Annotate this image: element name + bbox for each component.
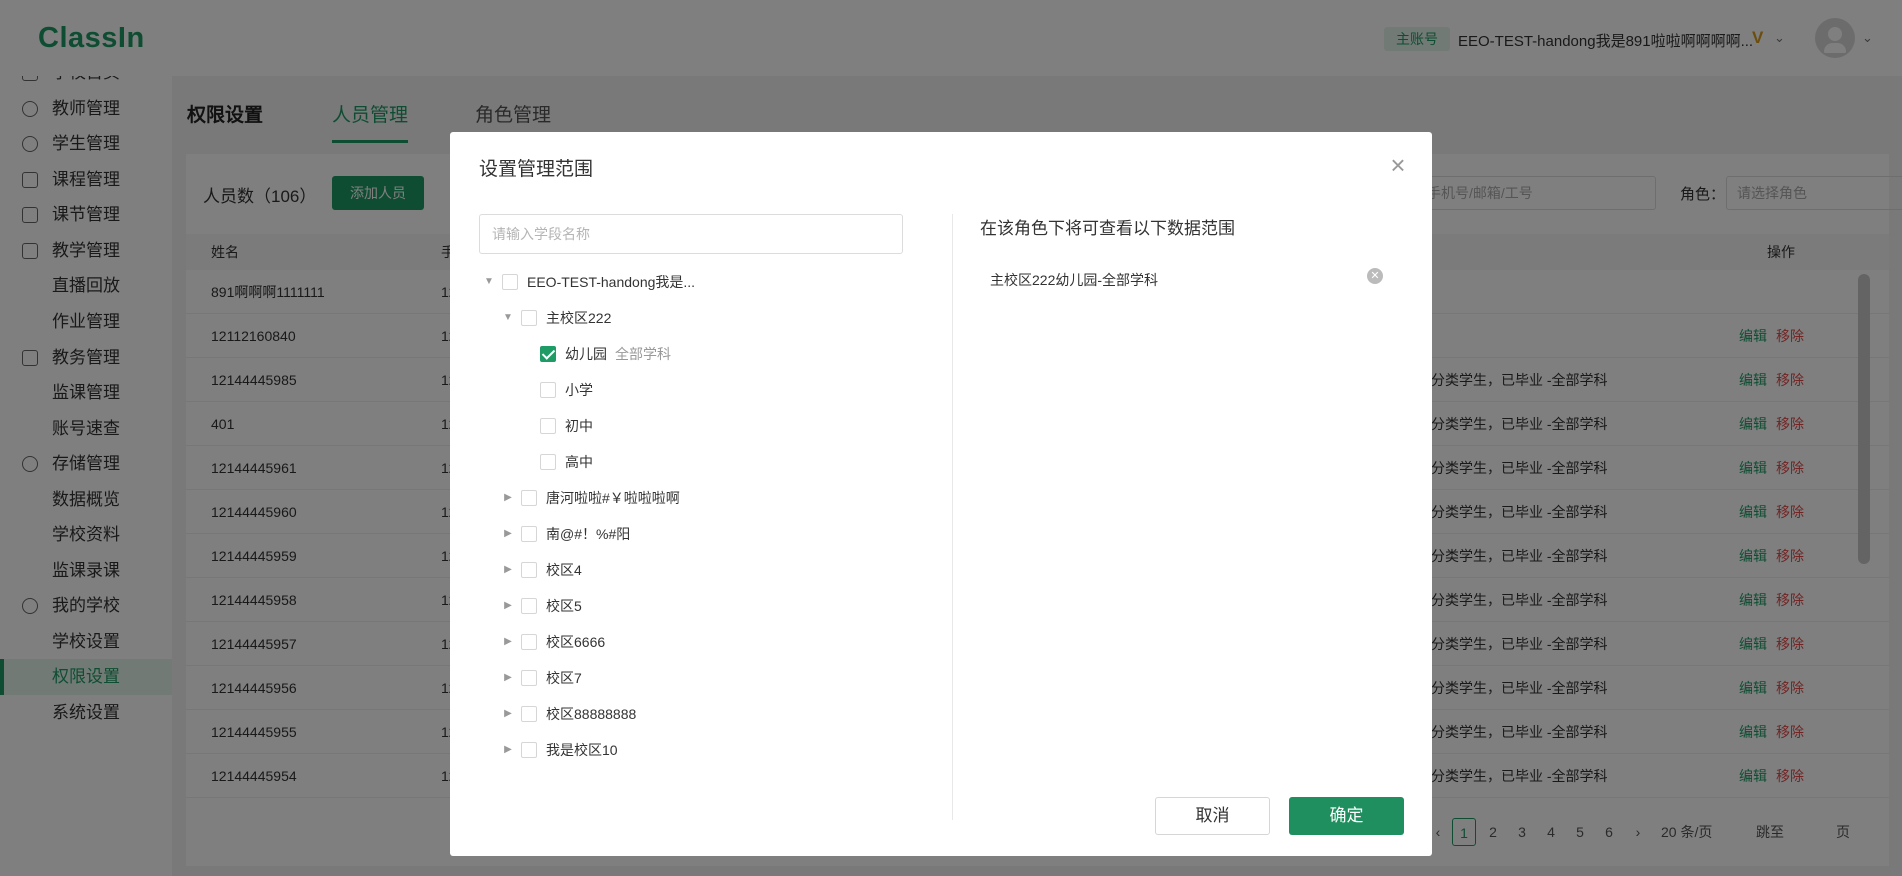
tree-checkbox[interactable]: [540, 418, 556, 434]
caret-right-icon[interactable]: ▶: [501, 736, 515, 764]
caret-down-icon[interactable]: ▼: [482, 268, 496, 296]
tree-checkbox[interactable]: [521, 598, 537, 614]
tree-node-text: 高中: [565, 454, 593, 470]
caret-right-icon[interactable]: ▶: [501, 484, 515, 512]
confirm-button[interactable]: 确定: [1289, 797, 1404, 835]
tree-node-label: 主校区222: [546, 304, 611, 332]
tree-node-text: EEO-TEST-handong我是...: [527, 274, 696, 290]
tree-node-text: 我是校区10: [546, 742, 618, 758]
tree-checkbox[interactable]: [521, 526, 537, 542]
caret-right-icon[interactable]: ▶: [501, 664, 515, 692]
tree-checkbox[interactable]: [521, 562, 537, 578]
tree-checkbox[interactable]: [540, 382, 556, 398]
caret-down-icon[interactable]: ▼: [501, 304, 515, 332]
tree-node-label: 校区88888888: [546, 700, 636, 728]
tree-node-text: 小学: [565, 382, 593, 398]
remove-scope-icon[interactable]: ✕: [1367, 268, 1383, 284]
tree-node-label: 幼儿园 全部学科: [565, 340, 671, 368]
tree-node-text: 唐河啦啦#￥啦啦啦啊: [546, 490, 680, 506]
stage-search-input[interactable]: [479, 214, 903, 254]
tree-checkbox[interactable]: [521, 310, 537, 326]
tree-node-text: 主校区222: [546, 310, 612, 326]
caret-right-icon[interactable]: ▶: [501, 592, 515, 620]
tree-node-text: 南@#！%#阳: [546, 526, 631, 542]
tree-node-label: 南@#！%#阳: [546, 520, 630, 548]
tree-checkbox[interactable]: [521, 670, 537, 686]
dialog-divider: [952, 214, 953, 820]
tree-node-label: 校区5: [546, 592, 582, 620]
tree-checkbox[interactable]: [521, 742, 537, 758]
tree-node-label: 高中: [565, 448, 593, 476]
tree-node-text: 校区5: [546, 598, 582, 614]
tree-node-label: 校区7: [546, 664, 582, 692]
selected-scope-item: 主校区222幼儿园-全部学科: [990, 272, 1159, 288]
tree-node-text: 校区7: [546, 670, 582, 686]
tree-node-label: EEO-TEST-handong我是...: [527, 268, 695, 296]
set-scope-dialog: 设置管理范围 × ▼EEO-TEST-handong我是...▼主校区222幼儿…: [450, 132, 1432, 856]
tree-node-text: 初中: [565, 418, 593, 434]
tree-node-label: 初中: [565, 412, 593, 440]
tree-checkbox[interactable]: [521, 706, 537, 722]
tree-checkbox[interactable]: [521, 634, 537, 650]
caret-right-icon[interactable]: ▶: [501, 556, 515, 584]
tree-node-label: 校区6666: [546, 628, 605, 656]
scope-summary-title: 在该角色下将可查看以下数据范围: [980, 219, 1235, 238]
tree-node-label: 校区4: [546, 556, 582, 584]
cancel-button[interactable]: 取消: [1155, 797, 1270, 835]
tree-node-subtitle: 全部学科: [615, 346, 671, 362]
tree-checkbox[interactable]: [540, 346, 556, 362]
caret-right-icon[interactable]: ▶: [501, 520, 515, 548]
tree-checkbox[interactable]: [521, 490, 537, 506]
tree-node-text: 校区6666: [546, 634, 606, 650]
close-icon[interactable]: ×: [1384, 151, 1412, 179]
tree-node-text: 幼儿园: [565, 346, 607, 362]
tree-node-text: 校区88888888: [546, 706, 637, 722]
dialog-title: 设置管理范围: [479, 159, 594, 180]
tree-checkbox[interactable]: [502, 274, 518, 290]
tree-node-label: 唐河啦啦#￥啦啦啦啊: [546, 484, 680, 512]
tree-node-text: 校区4: [546, 562, 582, 578]
caret-right-icon[interactable]: ▶: [501, 628, 515, 656]
tree-checkbox[interactable]: [540, 454, 556, 470]
tree-node-label: 小学: [565, 376, 593, 404]
tree-node-label: 我是校区10: [546, 736, 618, 764]
caret-right-icon[interactable]: ▶: [501, 700, 515, 728]
